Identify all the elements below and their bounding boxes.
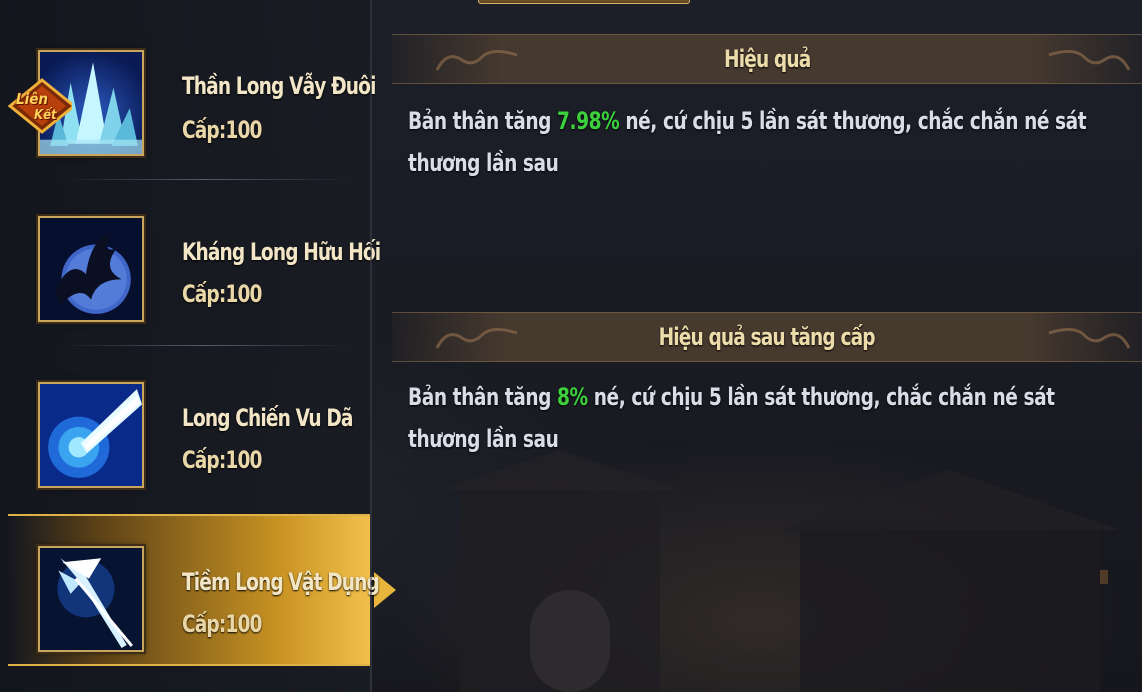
section-title: Hiệu quả bbox=[723, 45, 811, 73]
skill-item[interactable]: Liên Kết Thần Long Vẫy Đuôi Cấp:100 bbox=[0, 12, 376, 164]
badge-text: Liên bbox=[16, 90, 48, 108]
badge-text: Kết bbox=[34, 108, 57, 123]
link-badge: Liên Kết bbox=[2, 76, 72, 136]
skill-name: Thần Long Vẫy Đuôi bbox=[182, 72, 376, 100]
skill-item[interactable]: Kháng Long Hữu Hối Cấp:100 bbox=[0, 178, 381, 330]
energy-beam-icon bbox=[38, 382, 144, 488]
skill-name: Tiềm Long Vật Dụng bbox=[182, 568, 380, 596]
skill-level: Cấp:100 bbox=[182, 116, 262, 144]
skill-name: Kháng Long Hữu Hối bbox=[182, 238, 381, 266]
castle-silhouette bbox=[440, 450, 1120, 692]
skill-name: Long Chiến Vu Dã bbox=[182, 404, 353, 432]
skill-list: Liên Kết Thần Long Vẫy Đuôi Cấp:100 Khán… bbox=[0, 0, 396, 692]
desc-text: Bản thân tăng bbox=[408, 383, 558, 411]
section-title: Hiệu quả sau tăng cấp bbox=[658, 323, 876, 351]
skill-item-selected[interactable]: Tiềm Long Vật Dụng Cấp:100 bbox=[0, 514, 396, 666]
spear-icon bbox=[38, 546, 144, 652]
dragon-moon-icon bbox=[38, 216, 144, 322]
skill-item[interactable]: Long Chiến Vu Dã Cấp:100 bbox=[0, 344, 372, 496]
effect-value: 7.98% bbox=[557, 107, 620, 135]
desc-text: Bản thân tăng bbox=[408, 107, 558, 135]
upgrade-effect-value: 8% bbox=[557, 383, 588, 411]
effect-header: Hiệu quả bbox=[392, 34, 1142, 84]
skill-level: Cấp:100 bbox=[182, 280, 262, 308]
upgrade-effect-header: Hiệu quả sau tăng cấp bbox=[392, 312, 1142, 362]
upgrade-effect-description: Bản thân tăng 8% né, cứ chịu 5 lần sát t… bbox=[408, 376, 1098, 460]
skill-level: Cấp:100 bbox=[182, 446, 262, 474]
top-tab-edge bbox=[478, 0, 690, 4]
effect-description: Bản thân tăng 7.98% né, cứ chịu 5 lần sá… bbox=[408, 100, 1098, 184]
skill-level: Cấp:100 bbox=[182, 610, 262, 638]
